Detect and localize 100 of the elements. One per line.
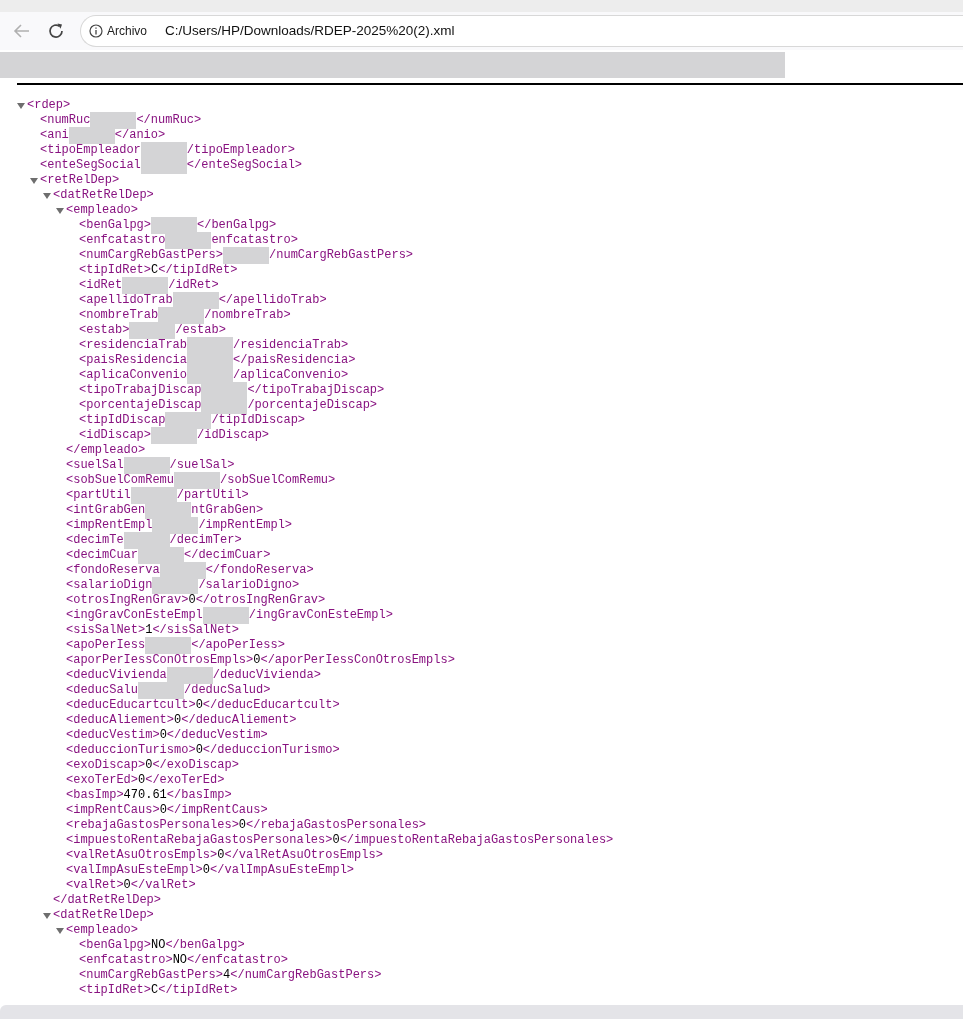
xml-tag: /residenciaTrab>: [233, 338, 349, 353]
xml-tag: /tipoEmpleador>: [186, 143, 295, 158]
xml-tag: <numRuc: [40, 113, 91, 128]
xml-tag: </numCargRebGastPers>: [230, 968, 382, 983]
xml-tag: <tipoTrabajDiscap: [79, 383, 202, 398]
xml-tag: <suelSal: [66, 458, 124, 473]
xml-tag: </paisResidencia>: [233, 353, 356, 368]
redaction-box: [122, 277, 169, 294]
xml-tag: <valRetAsuOtrosEmpls>: [66, 848, 218, 863]
info-icon[interactable]: [89, 24, 103, 38]
xml-tag: <sobSuelComRemu: [66, 473, 175, 488]
xml-tag: <salarioDign: [66, 578, 153, 593]
xml-tag: <numCargRebGastPers>: [79, 248, 224, 263]
xml-value: 0: [217, 848, 225, 863]
xml-value: 0: [145, 758, 153, 773]
xml-tag: <exoTerEd>: [66, 773, 138, 788]
xml-tag: /aplicaConvenio>: [233, 368, 349, 383]
xml-tag: <datRetRelDep>: [53, 908, 154, 923]
xml-tag: <deducVestim>: [66, 728, 160, 743]
xml-tag: <nombreTrab: [79, 308, 159, 323]
xml-tag: <impRentCaus>: [66, 803, 160, 818]
xml-value: 0: [159, 803, 167, 818]
xml-tag: /idRet>: [168, 278, 219, 293]
address-label: Archivo: [107, 23, 147, 40]
xml-tag: </exoTerEd>: [145, 773, 225, 788]
xml-tag: </impRentCaus>: [166, 803, 268, 818]
redaction-box: [68, 127, 115, 144]
xml-tag: <aporPerIessConOtrosEmpls>: [66, 653, 254, 668]
redaction-box: [140, 157, 187, 174]
xml-tag: <empleado>: [66, 203, 138, 218]
xml-tag: <idDiscap>: [79, 428, 151, 443]
reload-icon[interactable]: [46, 21, 66, 41]
xml-tag: <intGrabGen: [66, 503, 146, 518]
xml-tag: </apoPerIess>: [191, 638, 285, 653]
redaction-box: [174, 472, 221, 489]
redaction-box: [172, 292, 219, 309]
xml-tag: /estab>: [175, 323, 226, 338]
redaction-box: [138, 682, 184, 699]
redaction-box: [202, 607, 249, 624]
xml-tag: <estab>: [79, 323, 130, 338]
xml-tag: <idRet: [79, 278, 123, 293]
xml-value: 0: [159, 728, 167, 743]
xml-tag: /suelSal>: [169, 458, 235, 473]
xml-tag: <decimTe: [66, 533, 124, 548]
redaction-box: [165, 412, 212, 429]
xml-tag: </benGalpg>: [165, 938, 245, 953]
collapse-triangle-icon[interactable]: [43, 911, 51, 920]
xml-tag: /deducVivienda>: [212, 668, 321, 683]
xml-tag: <benGalpg>: [79, 218, 151, 233]
xml-tag: </valRet>: [130, 878, 196, 893]
collapse-triangle-icon[interactable]: [30, 176, 38, 185]
xml-tag: <benGalpg>: [79, 938, 151, 953]
xml-tag: <tipoEmpleador: [40, 143, 141, 158]
xml-tag: </datRetRelDep>: [53, 893, 162, 908]
redaction-box: [145, 637, 192, 654]
xml-tag: </deducEducartcult>: [202, 698, 340, 713]
xml-tag: </empleado>: [66, 443, 146, 458]
xml-tag: /salarioDigno>: [198, 578, 300, 593]
xml-value: NO: [172, 953, 188, 968]
xml-tag: </benGalpg>: [197, 218, 277, 233]
collapse-triangle-icon[interactable]: [17, 101, 25, 110]
xml-value: 0: [138, 773, 146, 788]
xml-value: 470.61: [123, 788, 167, 803]
xml-tag: </fondoReserva>: [205, 563, 314, 578]
xml-tag: /ingGravConEsteEmpl>: [248, 608, 393, 623]
xml-tag: <deducSalu: [66, 683, 138, 698]
xml-tag: <apellidoTrab: [79, 293, 173, 308]
xml-tag: <ani: [40, 128, 69, 143]
xml-tag: <datRetRelDep>: [53, 188, 154, 203]
collapse-triangle-icon[interactable]: [56, 926, 64, 935]
xml-tag: <enfcatastro: [79, 233, 166, 248]
xml-tag: <numCargRebGastPers>: [79, 968, 224, 983]
xml-tag: <ingGravConEsteEmpl: [66, 608, 203, 623]
xml-tag: <tipIdDiscap: [79, 413, 166, 428]
xml-tag: </rebajaGastosPersonales>: [246, 818, 427, 833]
xml-tag: <enteSegSocial: [40, 158, 141, 173]
xml-value: 0: [174, 713, 182, 728]
redaction-box: [130, 487, 177, 504]
address-bar[interactable]: Archivo C:/Users/HP/Downloads/RDEP-2025%20(2).xml: [80, 15, 963, 47]
redaction-box: [165, 232, 212, 249]
xml-tag: </exoDiscap>: [152, 758, 239, 773]
xml-tag: </enfcatastro>: [187, 953, 288, 968]
xml-tag: <decimCuar: [66, 548, 138, 563]
redaction-box: [151, 217, 197, 234]
xml-tag: </aporPerIessConOtrosEmpls>: [260, 653, 455, 668]
redaction-box: [123, 457, 170, 474]
xml-tag: /porcentajeDiscap>: [247, 398, 378, 413]
xml-tag: /sobSuelComRemu>: [220, 473, 336, 488]
xml-tag: <partUtil: [66, 488, 131, 503]
xml-tag: <residenciaTrab: [79, 338, 188, 353]
xml-tag: ntGrabGen>: [191, 503, 264, 518]
xml-tag: /impRentEmpl>: [198, 518, 293, 533]
xml-tag: <tipIdRet>: [79, 983, 151, 998]
collapse-triangle-icon[interactable]: [56, 206, 64, 215]
xml-value: 4: [223, 968, 231, 983]
xml-tag: </enteSegSocial>: [186, 158, 303, 173]
xml-tag: /decimTer>: [169, 533, 242, 548]
xml-tag: <deducVivienda: [66, 668, 167, 683]
xml-tag: /partUtil>: [176, 488, 249, 503]
collapse-triangle-icon[interactable]: [43, 191, 51, 200]
